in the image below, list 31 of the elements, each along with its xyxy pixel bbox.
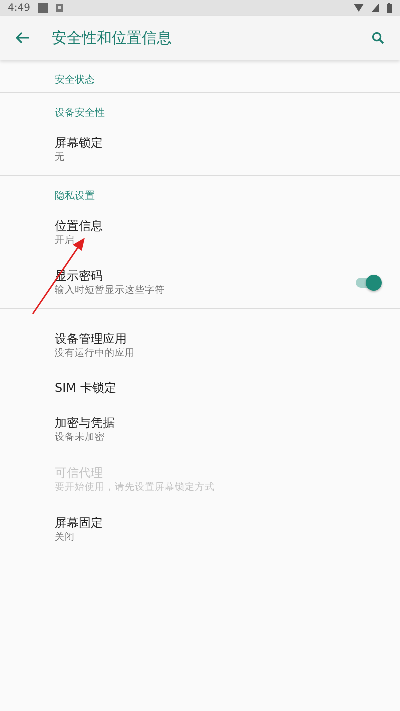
notification-icon xyxy=(56,4,64,12)
item-title: 加密与凭据 xyxy=(55,415,116,431)
settings-item[interactable]: SIM 卡锁定 xyxy=(0,371,400,405)
item-summary: 设备未加密 xyxy=(55,431,106,445)
item-title: 位置信息 xyxy=(55,218,104,234)
toggle-switch[interactable] xyxy=(356,278,380,288)
section-header: 安全状态 xyxy=(54,74,96,88)
item-title: 设备管理应用 xyxy=(55,331,128,347)
settings-item[interactable]: 屏幕固定 关闭 xyxy=(0,505,400,555)
item-summary: 输入时短暂显示这些字符 xyxy=(55,284,166,298)
item-summary: 没有运行中的应用 xyxy=(55,347,136,361)
item-summary: 无 xyxy=(55,151,66,165)
item-title: 屏幕固定 xyxy=(55,515,104,531)
wifi-icon xyxy=(354,4,364,12)
settings-item[interactable]: 屏幕锁定 无 xyxy=(0,125,400,175)
item-title: 屏幕锁定 xyxy=(55,135,104,151)
settings-item[interactable]: 设备管理应用 没有运行中的应用 xyxy=(0,321,400,371)
item-summary: 开启 xyxy=(55,234,76,248)
settings-item[interactable]: 加密与凭据 设备未加密 xyxy=(0,405,400,455)
item-summary: 关闭 xyxy=(55,531,76,545)
battery-icon xyxy=(387,3,392,13)
search-icon[interactable] xyxy=(372,32,384,44)
signal-icon xyxy=(372,4,379,12)
section-header: 隐私设置 xyxy=(54,190,96,204)
notification-icon xyxy=(38,3,48,13)
back-arrow-icon[interactable] xyxy=(16,32,30,44)
settings-item[interactable]: 位置信息 开启 xyxy=(0,208,400,258)
section-header: 设备安全性 xyxy=(54,106,106,121)
status-time: 4:49 xyxy=(8,2,30,16)
page-title: 安全性和位置信息 xyxy=(52,28,173,49)
item-title: SIM 卡锁定 xyxy=(55,380,118,396)
